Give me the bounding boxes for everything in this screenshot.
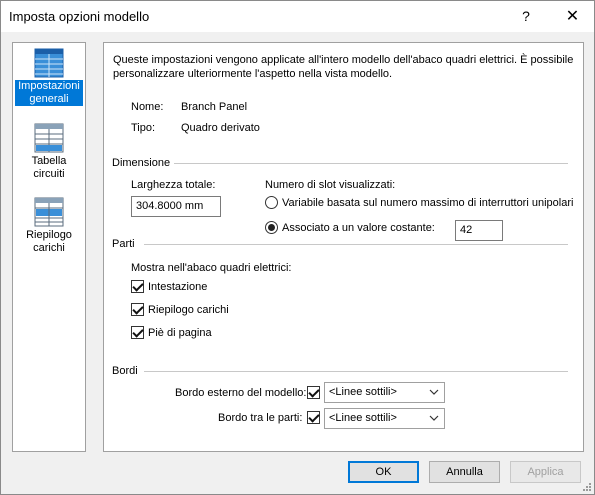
sidebar-item-label: Tabella circuiti bbox=[31, 155, 67, 180]
outer-border-select[interactable]: <Linee sottili> bbox=[324, 382, 445, 403]
footer-option-label: Piè di pagina bbox=[148, 326, 212, 339]
load-summary-checkbox[interactable] bbox=[131, 303, 144, 316]
sidebar: Impostazioni generali Tabella circuiti R… bbox=[12, 42, 86, 452]
sidebar-item-general-settings[interactable]: Impostazioni generali bbox=[15, 48, 83, 106]
intro-text: Queste impostazioni vengono applicate al… bbox=[113, 54, 574, 80]
outer-border-label: Bordo esterno del modello: bbox=[175, 387, 307, 399]
sidebar-item-label: Impostazioni generali bbox=[15, 80, 83, 106]
borders-divider bbox=[144, 371, 568, 372]
title-bar: Imposta opzioni modello ? ✕ bbox=[1, 1, 594, 32]
options-dialog: Imposta opzioni modello ? ✕ Impostazioni… bbox=[0, 0, 595, 495]
slots-constant-option[interactable]: Associato a un valore costante: bbox=[265, 221, 435, 234]
load-summary-option-label: Riepilogo carichi bbox=[148, 303, 229, 316]
header-checkbox[interactable] bbox=[131, 280, 144, 293]
footer-option[interactable]: Piè di pagina bbox=[131, 326, 212, 339]
chevron-down-icon bbox=[429, 415, 439, 421]
inner-border-value: <Linee sottili> bbox=[329, 412, 397, 424]
slots-label: Numero di slot visualizzati: bbox=[265, 179, 396, 191]
help-button[interactable]: ? bbox=[508, 1, 544, 32]
sidebar-item-load-summary[interactable]: Riepilogo carichi bbox=[15, 197, 83, 255]
width-input[interactable]: 304.8000 mm bbox=[131, 196, 221, 217]
general-settings-icon bbox=[34, 48, 64, 78]
close-icon: ✕ bbox=[565, 8, 580, 25]
name-label: Nome: bbox=[131, 101, 164, 113]
settings-panel: Queste impostazioni vengono applicate al… bbox=[103, 42, 584, 452]
width-label: Larghezza totale: bbox=[131, 179, 216, 191]
type-label: Tipo: bbox=[131, 122, 156, 134]
inner-border-label: Bordo tra le parti: bbox=[218, 412, 303, 424]
circuit-table-icon bbox=[34, 123, 64, 153]
sidebar-item-circuit-table[interactable]: Tabella circuiti bbox=[15, 123, 83, 181]
ok-button[interactable]: OK bbox=[348, 461, 419, 483]
slots-constant-radio[interactable] bbox=[265, 221, 278, 234]
inner-border-checkbox[interactable] bbox=[307, 411, 320, 424]
outer-border-value: <Linee sottili> bbox=[329, 386, 397, 398]
parts-divider bbox=[144, 244, 568, 245]
show-in-schedule-label: Mostra nell'abaco quadri elettrici: bbox=[131, 262, 292, 274]
header-option-label: Intestazione bbox=[148, 280, 208, 293]
close-button[interactable]: ✕ bbox=[551, 1, 594, 32]
type-value: Quadro derivato bbox=[181, 122, 260, 134]
dimension-group-title: Dimensione bbox=[112, 157, 171, 169]
resize-grip-icon[interactable] bbox=[582, 482, 592, 492]
slots-variable-radio[interactable] bbox=[265, 196, 278, 209]
apply-button[interactable]: Applica bbox=[510, 461, 581, 483]
help-icon: ? bbox=[522, 8, 530, 24]
load-summary-option[interactable]: Riepilogo carichi bbox=[131, 303, 229, 316]
load-summary-icon bbox=[34, 197, 64, 227]
slots-constant-label: Associato a un valore costante: bbox=[282, 221, 435, 234]
slots-variable-option[interactable]: Variabile basata sul numero massimo di i… bbox=[265, 196, 573, 209]
borders-group-title: Bordi bbox=[112, 365, 138, 377]
cancel-button[interactable]: Annulla bbox=[429, 461, 500, 483]
window-title: Imposta opzioni modello bbox=[9, 9, 150, 24]
dimension-divider bbox=[174, 163, 568, 164]
outer-border-checkbox[interactable] bbox=[307, 386, 320, 399]
slots-constant-input[interactable]: 42 bbox=[455, 220, 503, 241]
parts-group-title: Parti bbox=[112, 238, 135, 250]
footer-checkbox[interactable] bbox=[131, 326, 144, 339]
sidebar-item-label: Riepilogo carichi bbox=[26, 229, 72, 254]
inner-border-select[interactable]: <Linee sottili> bbox=[324, 408, 445, 429]
chevron-down-icon bbox=[429, 389, 439, 395]
header-option[interactable]: Intestazione bbox=[131, 280, 207, 293]
slots-variable-label: Variabile basata sul numero massimo di i… bbox=[282, 196, 574, 209]
name-value: Branch Panel bbox=[181, 101, 248, 113]
